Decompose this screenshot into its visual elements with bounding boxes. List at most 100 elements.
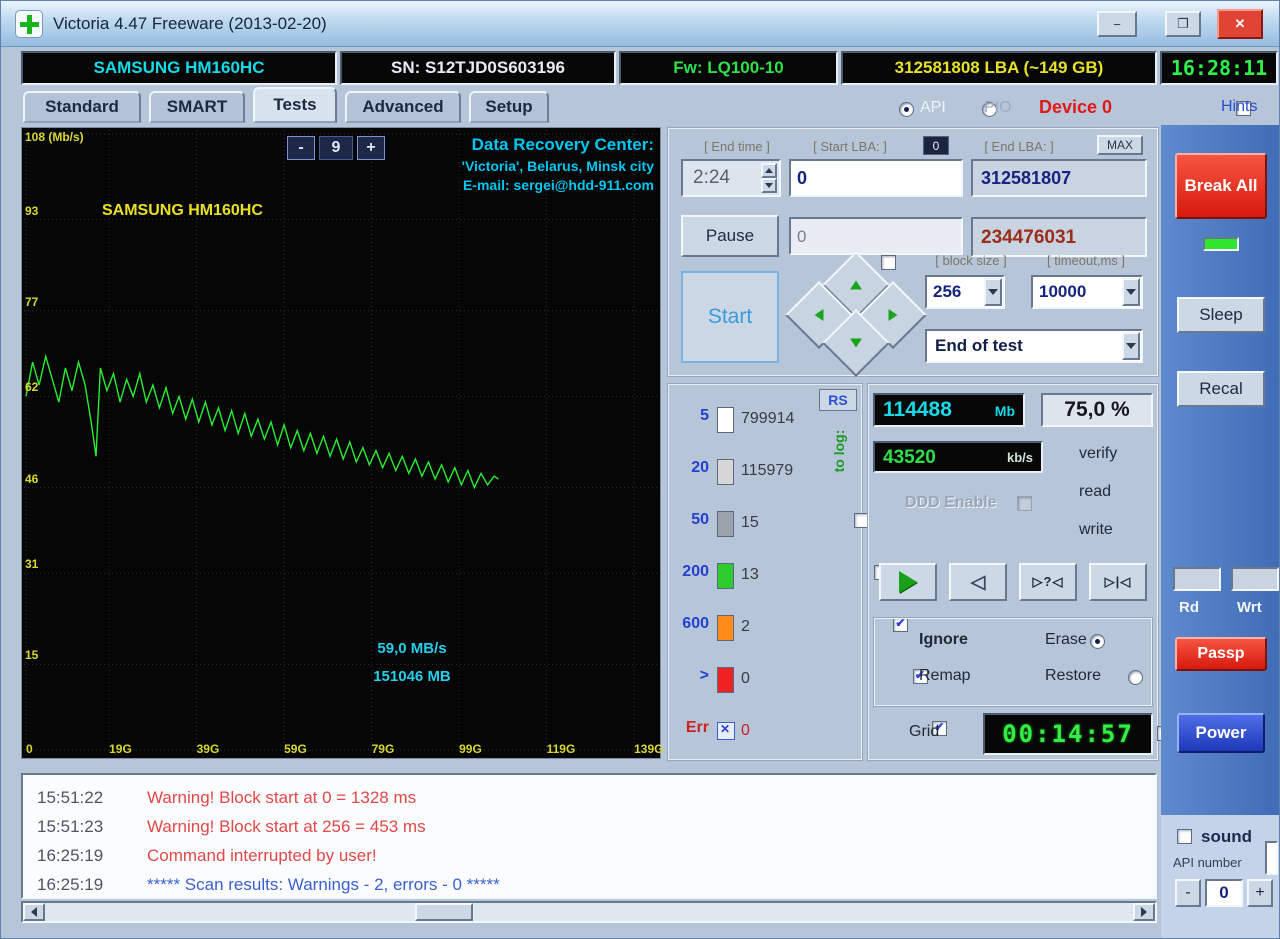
ignore-radio[interactable]	[1089, 634, 1105, 649]
log-message: Command interrupted by user!	[147, 845, 377, 865]
tab-advanced[interactable]: Advanced	[345, 91, 461, 123]
break-all-button[interactable]: Break All	[1175, 153, 1267, 219]
drive-capacity-display: 312581808 LBA (~149 GB)	[841, 51, 1157, 85]
latency-row-600: 600 2	[667, 615, 863, 641]
scroll-right-icon	[1141, 907, 1147, 917]
recal-button[interactable]: Recal	[1177, 371, 1265, 407]
latency-count: 799914	[741, 410, 795, 427]
log-horizontal-scrollbar[interactable]	[21, 901, 1157, 923]
banner-line-2: 'Victoria', Belarus, Minsk city	[461, 157, 654, 174]
back-triangle-icon: ◁	[970, 571, 986, 593]
arrow-right-icon	[888, 309, 898, 321]
log-time: 15:51:22	[37, 787, 104, 807]
speed-graph-panel: 108 (Mb/s) 93 77 62 46 31 15 0 19G 39G 59G 79G 99G 11…	[21, 127, 663, 759]
end-time-spin-down[interactable]	[761, 178, 777, 193]
scroll-left-button[interactable]	[23, 903, 45, 921]
power-button[interactable]: Power	[1177, 713, 1265, 753]
error-count: 0	[741, 722, 750, 739]
error-row-label: Err	[685, 719, 709, 736]
minimize-button[interactable]: −	[1097, 11, 1137, 37]
graph-zoom-value: 9	[319, 136, 353, 160]
end-time-value: 2:24	[693, 167, 730, 188]
api-number-label: API number	[1173, 855, 1242, 870]
spinner-up-icon	[765, 168, 773, 173]
latency-row-err: Err 0	[667, 719, 863, 745]
wrt-label: Wrt	[1237, 599, 1262, 616]
hints-checkbox-label: Hints	[1221, 98, 1258, 115]
start-lba-label: [ Start LBA: ]	[813, 139, 887, 154]
graph-zoom-out-button[interactable]: -	[287, 136, 315, 160]
passed-mb-unit: Mb	[994, 403, 1015, 419]
end-time-spinbox[interactable]: 2:24	[681, 159, 781, 197]
block-size-combo[interactable]: 256	[925, 275, 1005, 309]
max-lba-button[interactable]: MAX	[1097, 135, 1143, 155]
seek-question-button[interactable]: ▷?◁	[1019, 563, 1077, 601]
zero-lba-button[interactable]: 0	[923, 136, 949, 155]
start-lba-row2-input[interactable]: 0	[789, 217, 963, 255]
block-size-dropdown-button[interactable]	[984, 278, 1002, 306]
clock-display: 16:28:11	[1160, 51, 1278, 85]
block-size-label: [ block size ]	[935, 253, 1007, 268]
timeout-value: 10000	[1039, 282, 1087, 301]
latency-threshold-label: 50	[691, 511, 709, 528]
end-action-combo[interactable]: End of test	[925, 329, 1143, 363]
end-time-spin-up[interactable]	[761, 163, 777, 178]
api-radio[interactable]	[899, 102, 914, 117]
drive-model-display: SAMSUNG HM160HC	[21, 51, 337, 85]
percent-display: 75,0 %	[1041, 393, 1153, 427]
start-button[interactable]: Start	[681, 271, 779, 363]
latency-row-over: > 0	[667, 667, 863, 693]
timeout-dropdown-button[interactable]	[1122, 278, 1140, 306]
play-button[interactable]	[879, 563, 937, 601]
tab-setup[interactable]: Setup	[469, 91, 549, 123]
victoria-app-window: Victoria 4.47 Freeware (2013-02-20) − ❐ …	[0, 0, 1280, 939]
end-action-dropdown-button[interactable]	[1122, 332, 1140, 360]
event-log-panel[interactable]: 15:51:22 Warning! Block start at 0 = 132…	[21, 773, 1157, 899]
close-button[interactable]: ✕	[1217, 9, 1263, 39]
api-number-plus-button[interactable]: +	[1247, 879, 1273, 907]
right-sidebar: Break All Sleep Recal Rd Wrt Passp Power	[1161, 125, 1279, 815]
graph-zoom-in-button[interactable]: +	[357, 136, 385, 160]
read-radio-label: read	[1079, 483, 1112, 500]
title-bar[interactable]: Victoria 4.47 Freeware (2013-02-20) − ❐ …	[1, 1, 1279, 47]
latency-color-block	[717, 459, 734, 485]
sound-checkbox[interactable]	[1177, 829, 1192, 844]
end-lba-row2-value: 234476031	[981, 227, 1077, 248]
speed-value: 43520	[883, 447, 936, 468]
sleep-button[interactable]: Sleep	[1177, 297, 1265, 333]
log-time: 15:51:23	[37, 816, 104, 836]
sidebar-bottom-panel: sound API number - 0 +	[1161, 815, 1279, 938]
log-message: ***** Scan results: Warnings - 2, errors…	[147, 874, 500, 894]
maximize-button[interactable]: ❐	[1165, 11, 1201, 37]
api-number-minus-button[interactable]: -	[1175, 879, 1201, 907]
passed-mb-display: 114488 Mb	[873, 393, 1025, 427]
speed-graph-svg	[24, 130, 660, 754]
start-lba-row2-value: 0	[797, 227, 807, 246]
start-lba-input[interactable]: 0	[789, 159, 963, 197]
latency-row-5: 5 799914	[667, 407, 863, 433]
rd-indicator-box	[1173, 567, 1221, 591]
timeout-combo[interactable]: 10000	[1031, 275, 1143, 309]
app-green-cross-icon	[15, 10, 43, 38]
loop-checkbox[interactable]	[881, 255, 896, 270]
timeout-label: [ timeout,ms ]	[1046, 253, 1126, 268]
passp-button[interactable]: Passp	[1175, 637, 1267, 671]
tab-standard[interactable]: Standard	[23, 91, 141, 123]
banner-line-3: E-mail: sergei@hdd-911.com	[462, 176, 654, 193]
scroll-right-button[interactable]	[1133, 903, 1155, 921]
maximize-icon: ❐	[1177, 16, 1189, 31]
latency-color-block	[717, 407, 734, 433]
average-speed-label: 59,0 MB/s	[377, 640, 447, 657]
log-message: Warning! Block start at 0 = 1328 ms	[147, 787, 417, 807]
restore-radio-label: Restore	[1045, 667, 1102, 684]
scroll-thumb[interactable]	[415, 903, 473, 921]
seek-end-button[interactable]: ▷|◁	[1089, 563, 1147, 601]
end-lba-value: 312581807	[981, 168, 1072, 188]
latency-count: 2	[741, 618, 750, 635]
step-back-button[interactable]: ◁	[949, 563, 1007, 601]
tab-smart[interactable]: SMART	[149, 91, 245, 123]
pause-button[interactable]: Pause	[681, 215, 779, 257]
rd-label: Rd	[1179, 599, 1199, 616]
error-x-icon	[717, 722, 735, 740]
tab-tests[interactable]: Tests	[253, 87, 337, 123]
